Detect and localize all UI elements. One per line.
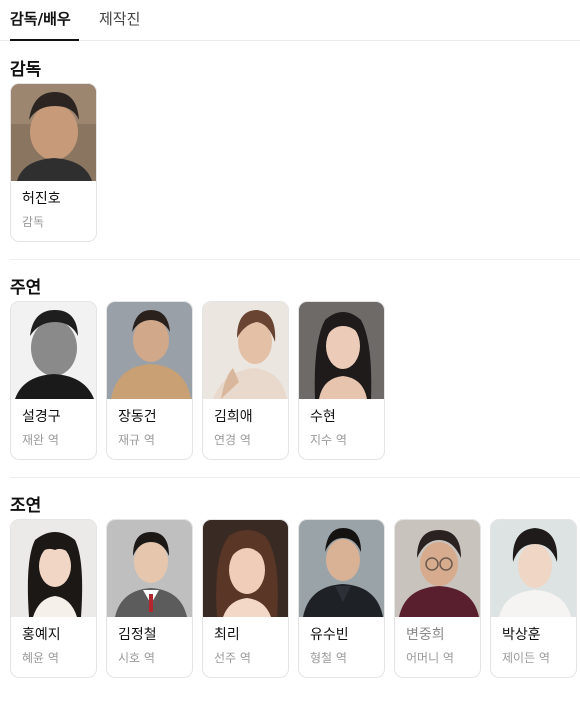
- person-card[interactable]: 장동건 재규 역: [106, 301, 193, 460]
- person-role: 형철 역: [310, 651, 347, 665]
- person-role: 재규 역: [118, 433, 155, 447]
- cast-tab-bar: 감독/배우 제작진: [0, 0, 580, 41]
- tab-director-actors[interactable]: 감독/배우: [10, 9, 71, 29]
- person-name: 설경구: [22, 409, 61, 425]
- person-name: 변중희: [406, 627, 445, 643]
- person-role: 지수 역: [310, 433, 347, 447]
- active-tab-indicator: [10, 39, 79, 41]
- person-name: 박상훈: [502, 627, 541, 643]
- person-photo: [491, 520, 576, 617]
- person-name: 장동건: [118, 409, 157, 425]
- person-role: 혜윤 역: [22, 651, 59, 665]
- person-photo: [395, 520, 480, 617]
- person-role: 감독: [22, 215, 45, 229]
- person-photo: [299, 520, 384, 617]
- person-card[interactable]: 수현 지수 역: [298, 301, 385, 460]
- person-name: 김희애: [214, 409, 253, 425]
- person-role: 어머니 역: [406, 651, 454, 665]
- section-title-director: 감독: [10, 60, 42, 80]
- person-role: 시호 역: [118, 651, 155, 665]
- person-photo: [107, 520, 192, 617]
- section-title-lead: 주연: [10, 278, 42, 298]
- person-card[interactable]: 김정철 시호 역: [106, 519, 193, 678]
- person-role: 연경 역: [214, 433, 251, 447]
- person-name: 홍예지: [22, 627, 61, 643]
- person-photo: [299, 302, 384, 399]
- person-photo: [11, 302, 96, 399]
- person-photo: [11, 84, 96, 181]
- person-card[interactable]: 유수빈 형철 역: [298, 519, 385, 678]
- tab-production-staff[interactable]: 제작진: [99, 9, 140, 29]
- person-role: 제이든 역: [502, 651, 550, 665]
- section-title-supporting: 조연: [10, 496, 42, 516]
- person-card[interactable]: 김희애 연경 역: [202, 301, 289, 460]
- person-role: 선주 역: [214, 651, 251, 665]
- person-card[interactable]: 변중희 어머니 역: [394, 519, 481, 678]
- person-photo: [203, 302, 288, 399]
- person-card[interactable]: 홍예지 혜윤 역: [10, 519, 97, 678]
- person-name: 허진호: [22, 191, 61, 207]
- person-card[interactable]: 허진호 감독: [10, 83, 97, 242]
- section-divider: [10, 259, 580, 260]
- person-name: 최리: [214, 627, 240, 643]
- section-divider: [10, 477, 580, 478]
- person-photo: [107, 302, 192, 399]
- person-name: 유수빈: [310, 627, 349, 643]
- person-name: 수현: [310, 409, 336, 425]
- person-card[interactable]: 설경구 재완 역: [10, 301, 97, 460]
- person-role: 재완 역: [22, 433, 59, 447]
- person-card[interactable]: 박상훈 제이든 역: [490, 519, 577, 678]
- person-card[interactable]: 최리 선주 역: [202, 519, 289, 678]
- person-photo: [11, 520, 96, 617]
- person-photo: [203, 520, 288, 617]
- person-name: 김정철: [118, 627, 157, 643]
